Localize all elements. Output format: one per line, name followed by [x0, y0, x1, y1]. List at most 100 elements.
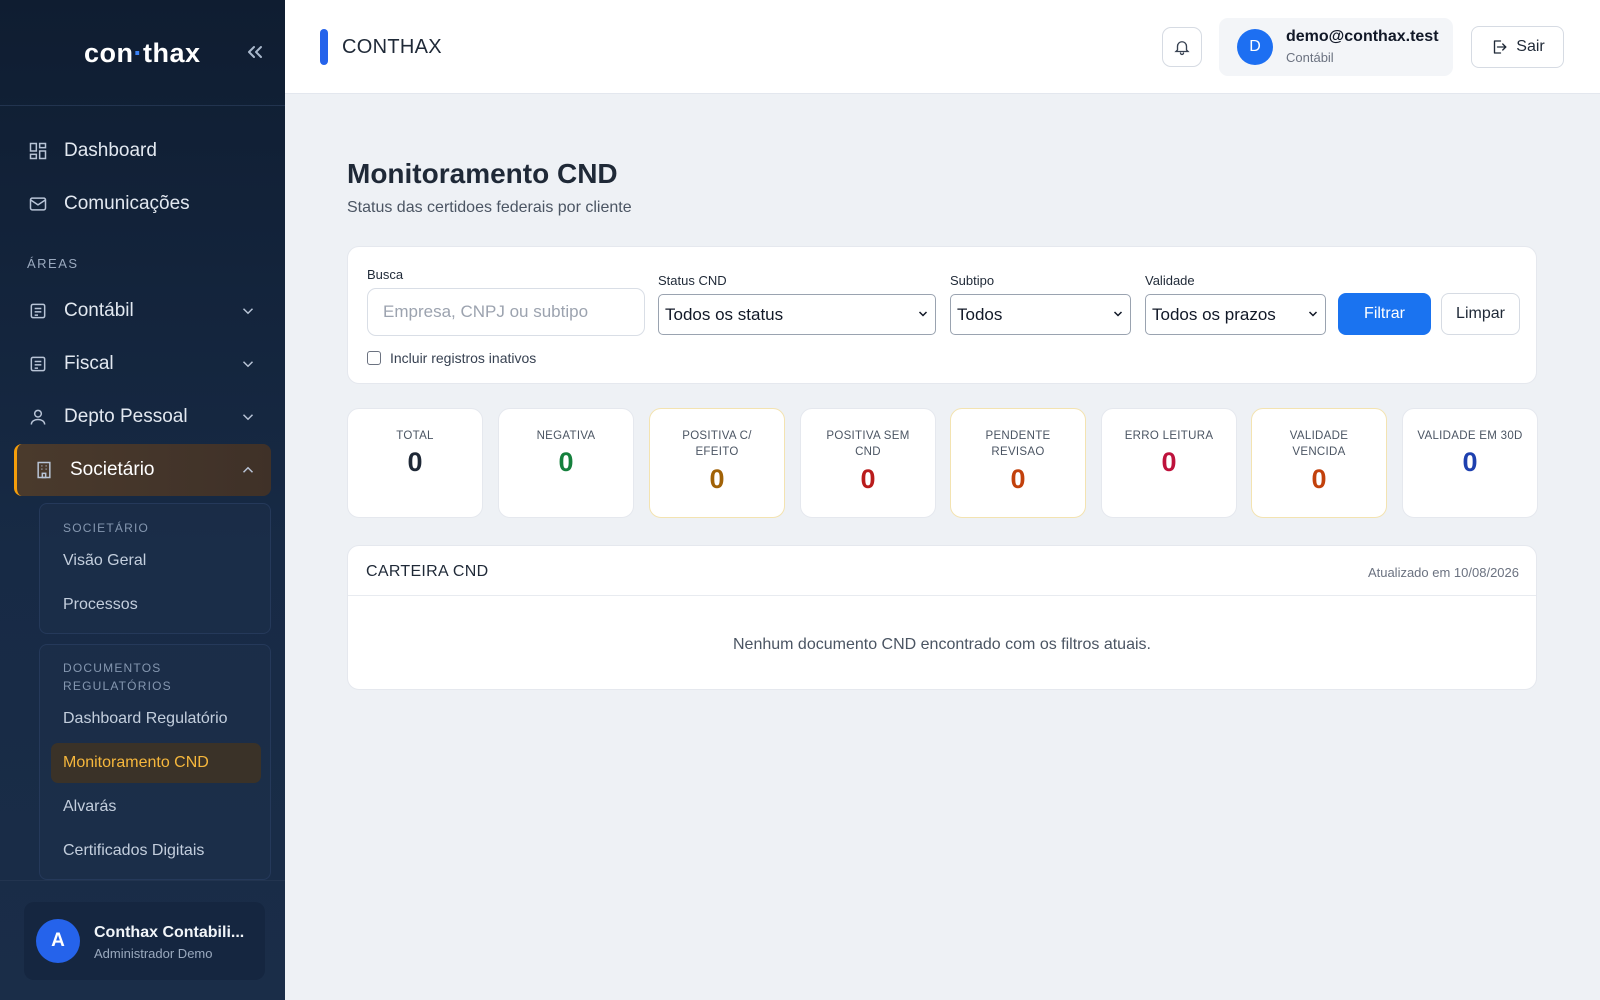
stat-label-line2: REVISAO [991, 446, 1045, 458]
sidebar-user-name: Conthax Contabili... [94, 924, 245, 941]
document-icon [30, 356, 46, 372]
logo-part-right: thax [143, 38, 201, 68]
stat-label-line1: VALIDADE [1289, 430, 1349, 442]
submenu-item-processos[interactable]: Processos [51, 585, 261, 625]
mail-icon [29, 197, 47, 211]
header-user-card[interactable]: D demo@conthax.test Contábil [1219, 18, 1453, 76]
last-updated: Atualizado em 10/08/2026 [1367, 565, 1519, 580]
subtipo-select[interactable]: Todos [950, 294, 1131, 335]
stat-label-line2: EFEITO [695, 446, 739, 458]
stat-card-negativa: NEGATIVA 0 [498, 408, 634, 518]
stat-card-validade-30d: VALIDADE EM 30D 0 [1402, 408, 1538, 518]
search-label: Busca [367, 267, 404, 282]
user-icon [30, 409, 46, 425]
chevron-down-icon [242, 308, 254, 315]
chevron-down-icon [918, 311, 928, 317]
stat-value: 0 [558, 447, 574, 477]
submenu-item-visao-geral[interactable]: Visão Geral [51, 541, 261, 581]
sidebar-header: con·thax [0, 0, 285, 106]
stat-card-total: TOTAL 0 [347, 408, 483, 518]
collapse-sidebar-icon[interactable] [243, 40, 267, 64]
stat-label-line2: CND [855, 446, 881, 458]
nav-item-label: Contábil [64, 300, 134, 321]
stat-label-line1: POSITIVA C/ [682, 430, 752, 442]
nav-item-label: Depto Pessoal [64, 406, 188, 427]
subtipo-select-value: Todos [957, 304, 1003, 324]
notifications-button[interactable] [1162, 27, 1202, 67]
stat-card-validade-vencida: VALIDADE VENCIDA 0 [1251, 408, 1387, 518]
chevron-down-icon [1308, 311, 1318, 317]
nav-item-label: Comunicações [64, 193, 190, 214]
chevron-down-icon [242, 414, 254, 421]
card-title: CARTEIRA CND [366, 563, 489, 580]
submenu-item-monitoramento-cnd[interactable]: Monitoramento CND [51, 743, 261, 783]
submenu-label-line2: REGULATÓRIOS [63, 679, 172, 693]
stat-value: 0 [1010, 464, 1026, 494]
submenu-item-dashboard-regulatorio[interactable]: Dashboard Regulatório [51, 699, 261, 739]
stat-card-positiva-sem-cnd: POSITIVA SEM CND 0 [800, 408, 936, 518]
stat-label: POSITIVA SEM CND [807, 428, 929, 460]
stat-value: 0 [1311, 464, 1327, 494]
page-title: Monitoramento CND [347, 158, 618, 189]
nav-item-label: Dashboard [64, 140, 157, 161]
logout-button[interactable]: Sair [1471, 26, 1564, 68]
nav-item-label: Societário [70, 459, 155, 480]
submenu-documentos-regulatorios: DOCUMENTOS REGULATÓRIOS Dashboard Regula… [39, 644, 271, 880]
nav-item-depto-pessoal[interactable]: Depto Pessoal [14, 391, 271, 443]
clear-button[interactable]: Limpar [1441, 293, 1520, 335]
stat-label-line1: TOTAL [396, 430, 434, 442]
cnd-portfolio-card: CARTEIRA CND Atualizado em 10/08/2026 Ne… [347, 545, 1537, 690]
logo[interactable]: con·thax [84, 38, 201, 69]
building-icon [37, 461, 51, 479]
chevron-up-icon [242, 466, 254, 473]
submenu-item-certificados-digitais[interactable]: Certificados Digitais [51, 831, 261, 871]
sidebar-footer: A Conthax Contabili... Administrador Dem… [0, 880, 285, 1000]
nav-item-contabil[interactable]: Contábil [14, 285, 271, 337]
chevron-down-icon [242, 361, 254, 368]
stat-label-line1: ERRO LEITURA [1124, 430, 1214, 442]
sidebar-user-role: Administrador Demo [94, 946, 213, 961]
submenu-societario: SOCIETÁRIO Visão Geral Processos [39, 503, 271, 634]
nav-item-dashboard[interactable]: Dashboard [14, 125, 271, 177]
sidebar-user-card[interactable]: A Conthax Contabili... Administrador Dem… [24, 902, 265, 980]
status-select[interactable]: Todos os status [658, 294, 936, 335]
dashboard-icon [29, 142, 47, 160]
stat-label: POSITIVA C/EFEITO [656, 428, 778, 460]
stat-value: 0 [860, 464, 876, 494]
submenu-item-alvaras[interactable]: Alvarás [51, 787, 261, 827]
stat-label: NEGATIVA [505, 428, 627, 444]
logout-label: Sair [1516, 38, 1545, 55]
validade-label: Validade [1145, 273, 1195, 288]
header-user-email: demo@conthax.test [1286, 28, 1439, 45]
header-accent-bar [320, 29, 328, 65]
filter-button[interactable]: Filtrar [1338, 293, 1431, 335]
submenu-label: SOCIETÁRIO [63, 521, 150, 535]
stat-label-line1: NEGATIVA [536, 430, 596, 442]
subtipo-label: Subtipo [950, 273, 995, 288]
divider [348, 595, 1536, 596]
stat-label-line2: VENCIDA [1292, 446, 1346, 458]
nav-item-comunicacoes[interactable]: Comunicações [14, 178, 271, 230]
validade-select[interactable]: Todos os prazos [1145, 294, 1326, 335]
bell-icon [1174, 41, 1190, 56]
include-inactive-checkbox[interactable]: Incluir registros inativos [367, 350, 536, 366]
filter-panel: Busca Status CND Todos os status Subtipo… [347, 246, 1537, 384]
stat-card-pendente-revisao: PENDENTE REVISAO 0 [950, 408, 1086, 518]
status-label: Status CND [658, 273, 727, 288]
stat-label-line1: VALIDADE EM 30D [1417, 430, 1523, 442]
stat-label-line1: POSITIVA SEM [826, 430, 910, 442]
validade-select-value: Todos os prazos [1152, 304, 1276, 324]
top-header: CONTHAX D demo@conthax.test Contábil Sai… [285, 0, 1600, 94]
stat-card-erro-leitura: ERRO LEITURA 0 [1101, 408, 1237, 518]
stat-label: VALIDADE EM 30D [1409, 428, 1531, 444]
stat-value: 0 [1161, 447, 1177, 477]
logo-part-left: con [84, 38, 134, 68]
avatar: A [36, 919, 80, 963]
avatar: D [1237, 29, 1273, 65]
nav-item-societario[interactable]: Societário [14, 444, 271, 496]
stat-value: 0 [407, 447, 423, 477]
search-input[interactable] [367, 288, 645, 336]
nav-item-fiscal[interactable]: Fiscal [14, 338, 271, 390]
checkbox-box[interactable] [367, 351, 381, 365]
stat-label: TOTAL [354, 428, 476, 444]
